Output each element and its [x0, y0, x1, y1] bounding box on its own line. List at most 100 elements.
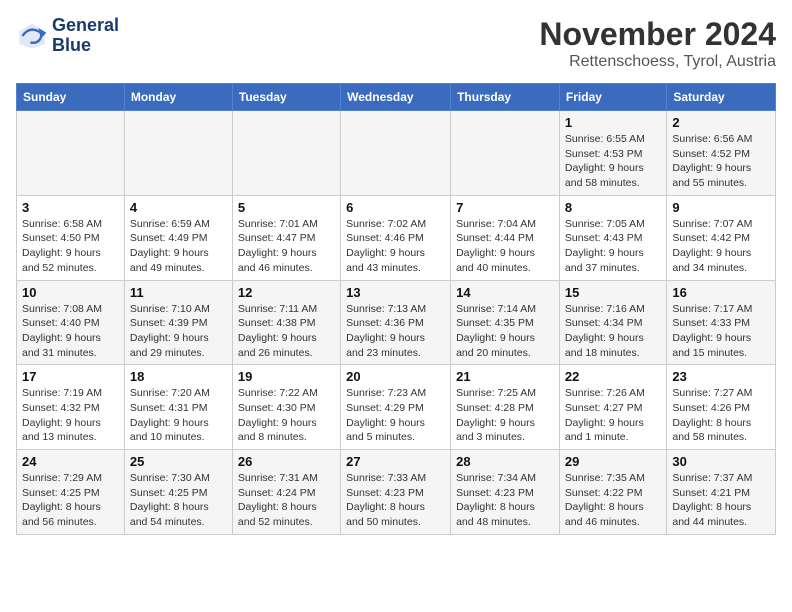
day-cell: 1 Sunrise: 6:55 AM Sunset: 4:53 PM Daylig… [559, 111, 666, 196]
day-cell: 11Sunrise: 7:10 AM Sunset: 4:39 PM Dayli… [124, 280, 232, 365]
day-number: 6 [346, 200, 445, 215]
month-title: November 2024 [539, 16, 776, 53]
day-detail: Sunrise: 7:23 AM Sunset: 4:29 PM Dayligh… [346, 386, 445, 445]
day-cell: 23Sunrise: 7:27 AM Sunset: 4:26 PM Dayli… [667, 365, 776, 450]
day-detail: Sunrise: 7:29 AM Sunset: 4:25 PM Dayligh… [22, 471, 119, 530]
day-number: 16 [672, 285, 770, 300]
day-number: 19 [238, 369, 335, 384]
day-cell [124, 111, 232, 196]
day-cell: 17 Sunrise: 7:19 AM Sunset: 4:32 PM Dayli… [17, 365, 125, 450]
day-number: 28 [456, 454, 554, 469]
day-detail: Sunrise: 7:19 AM Sunset: 4:32 PM Dayligh… [22, 386, 119, 445]
day-number: 10 [22, 285, 119, 300]
day-number: 20 [346, 369, 445, 384]
week-row-5: 24 Sunrise: 7:29 AM Sunset: 4:25 PM Dayli… [17, 450, 776, 535]
day-detail: Sunrise: 7:13 AM Sunset: 4:36 PM Dayligh… [346, 302, 445, 361]
column-header-monday: Monday [124, 84, 232, 111]
calendar-table: SundayMondayTuesdayWednesdayThursdayFrid… [16, 83, 776, 535]
logo-line1: General [52, 16, 119, 36]
day-number: 24 [22, 454, 119, 469]
column-header-thursday: Thursday [451, 84, 560, 111]
day-number: 15 [565, 285, 661, 300]
day-cell: 7Sunrise: 7:04 AM Sunset: 4:44 PM Daylig… [451, 195, 560, 280]
day-cell: 12 Sunrise: 7:11 AM Sunset: 4:38 PM Dayli… [232, 280, 340, 365]
day-number: 22 [565, 369, 661, 384]
day-detail: Sunrise: 7:08 AM Sunset: 4:40 PM Dayligh… [22, 302, 119, 361]
header-row: SundayMondayTuesdayWednesdayThursdayFrid… [17, 84, 776, 111]
day-cell: 30Sunrise: 7:37 AM Sunset: 4:21 PM Dayli… [667, 450, 776, 535]
day-number: 12 [238, 285, 335, 300]
day-cell: 26 Sunrise: 7:31 AM Sunset: 4:24 PM Dayli… [232, 450, 340, 535]
day-number: 5 [238, 200, 335, 215]
day-cell: 5 Sunrise: 7:01 AM Sunset: 4:47 PM Daylig… [232, 195, 340, 280]
day-number: 1 [565, 115, 661, 130]
week-row-1: 1 Sunrise: 6:55 AM Sunset: 4:53 PM Daylig… [17, 111, 776, 196]
day-cell: 20 Sunrise: 7:23 AM Sunset: 4:29 PM Dayli… [341, 365, 451, 450]
day-detail: Sunrise: 7:01 AM Sunset: 4:47 PM Dayligh… [238, 217, 335, 276]
column-header-sunday: Sunday [17, 84, 125, 111]
day-number: 9 [672, 200, 770, 215]
week-row-3: 10 Sunrise: 7:08 AM Sunset: 4:40 PM Dayli… [17, 280, 776, 365]
day-detail: Sunrise: 7:07 AM Sunset: 4:42 PM Dayligh… [672, 217, 770, 276]
day-cell [232, 111, 340, 196]
day-detail: Sunrise: 7:11 AM Sunset: 4:38 PM Dayligh… [238, 302, 335, 361]
day-detail: Sunrise: 7:16 AM Sunset: 4:34 PM Dayligh… [565, 302, 661, 361]
day-cell: 16 Sunrise: 7:17 AM Sunset: 4:33 PM Dayli… [667, 280, 776, 365]
day-number: 23 [672, 369, 770, 384]
day-detail: Sunrise: 7:05 AM Sunset: 4:43 PM Dayligh… [565, 217, 661, 276]
day-detail: Sunrise: 7:02 AM Sunset: 4:46 PM Dayligh… [346, 217, 445, 276]
day-detail: Sunrise: 7:25 AM Sunset: 4:28 PM Dayligh… [456, 386, 554, 445]
column-header-wednesday: Wednesday [341, 84, 451, 111]
day-detail: Sunrise: 6:58 AM Sunset: 4:50 PM Dayligh… [22, 217, 119, 276]
day-number: 7 [456, 200, 554, 215]
day-cell: 3 Sunrise: 6:58 AM Sunset: 4:50 PM Daylig… [17, 195, 125, 280]
day-cell: 29Sunrise: 7:35 AM Sunset: 4:22 PM Dayli… [559, 450, 666, 535]
day-cell: 8 Sunrise: 7:05 AM Sunset: 4:43 PM Daylig… [559, 195, 666, 280]
day-number: 26 [238, 454, 335, 469]
day-number: 2 [672, 115, 770, 130]
day-cell: 18Sunrise: 7:20 AM Sunset: 4:31 PM Dayli… [124, 365, 232, 450]
day-cell: 14Sunrise: 7:14 AM Sunset: 4:35 PM Dayli… [451, 280, 560, 365]
day-cell [17, 111, 125, 196]
day-number: 17 [22, 369, 119, 384]
day-number: 8 [565, 200, 661, 215]
day-cell: 10 Sunrise: 7:08 AM Sunset: 4:40 PM Dayli… [17, 280, 125, 365]
day-cell: 15 Sunrise: 7:16 AM Sunset: 4:34 PM Dayli… [559, 280, 666, 365]
day-detail: Sunrise: 6:55 AM Sunset: 4:53 PM Dayligh… [565, 132, 661, 191]
day-detail: Sunrise: 7:34 AM Sunset: 4:23 PM Dayligh… [456, 471, 554, 530]
day-detail: Sunrise: 7:31 AM Sunset: 4:24 PM Dayligh… [238, 471, 335, 530]
day-detail: Sunrise: 7:26 AM Sunset: 4:27 PM Dayligh… [565, 386, 661, 445]
day-number: 13 [346, 285, 445, 300]
day-detail: Sunrise: 7:17 AM Sunset: 4:33 PM Dayligh… [672, 302, 770, 361]
day-number: 11 [130, 285, 227, 300]
day-detail: Sunrise: 7:14 AM Sunset: 4:35 PM Dayligh… [456, 302, 554, 361]
day-cell: 9 Sunrise: 7:07 AM Sunset: 4:42 PM Daylig… [667, 195, 776, 280]
day-cell: 22 Sunrise: 7:26 AM Sunset: 4:27 PM Dayli… [559, 365, 666, 450]
day-detail: Sunrise: 7:22 AM Sunset: 4:30 PM Dayligh… [238, 386, 335, 445]
column-header-saturday: Saturday [667, 84, 776, 111]
day-detail: Sunrise: 7:35 AM Sunset: 4:22 PM Dayligh… [565, 471, 661, 530]
day-number: 4 [130, 200, 227, 215]
day-cell: 6 Sunrise: 7:02 AM Sunset: 4:46 PM Daylig… [341, 195, 451, 280]
day-cell: 24 Sunrise: 7:29 AM Sunset: 4:25 PM Dayli… [17, 450, 125, 535]
day-cell: 2Sunrise: 6:56 AM Sunset: 4:52 PM Daylig… [667, 111, 776, 196]
logo: General Blue [16, 16, 119, 56]
week-row-4: 17 Sunrise: 7:19 AM Sunset: 4:32 PM Dayli… [17, 365, 776, 450]
day-cell: 13 Sunrise: 7:13 AM Sunset: 4:36 PM Dayli… [341, 280, 451, 365]
day-number: 3 [22, 200, 119, 215]
day-number: 27 [346, 454, 445, 469]
day-cell: 4Sunrise: 6:59 AM Sunset: 4:49 PM Daylig… [124, 195, 232, 280]
day-detail: Sunrise: 7:33 AM Sunset: 4:23 PM Dayligh… [346, 471, 445, 530]
logo-line2: Blue [52, 36, 119, 56]
day-cell [341, 111, 451, 196]
column-header-tuesday: Tuesday [232, 84, 340, 111]
day-number: 21 [456, 369, 554, 384]
day-number: 30 [672, 454, 770, 469]
header: General Blue November 2024 Rettenschoess… [16, 16, 776, 71]
day-detail: Sunrise: 7:30 AM Sunset: 4:25 PM Dayligh… [130, 471, 227, 530]
day-number: 18 [130, 369, 227, 384]
location-title: Rettenschoess, Tyrol, Austria [539, 53, 776, 71]
week-row-2: 3 Sunrise: 6:58 AM Sunset: 4:50 PM Daylig… [17, 195, 776, 280]
column-header-friday: Friday [559, 84, 666, 111]
day-number: 25 [130, 454, 227, 469]
